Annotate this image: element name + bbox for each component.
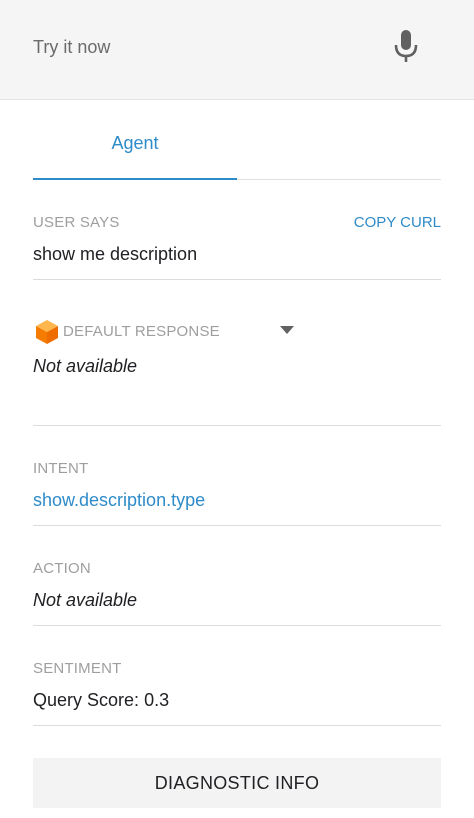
default-response-value: Not available — [33, 356, 138, 376]
user-says-label: USER SAYS — [33, 214, 120, 231]
active-tab-indicator — [33, 178, 237, 180]
default-response-label: DEFAULT RESPONSE — [63, 323, 220, 340]
action-section: ACTION Not available — [33, 558, 441, 626]
intent-link[interactable]: show.description.type — [33, 490, 205, 511]
cube-icon — [36, 320, 58, 344]
test-console-bar — [0, 0, 474, 100]
action-value: Not available — [33, 590, 138, 610]
microphone-icon[interactable] — [392, 30, 420, 64]
intent-section: INTENT show.description.type — [33, 458, 441, 526]
query-score-value: 0.3 — [144, 690, 170, 710]
sentiment-section: SENTIMENT Query Score: 0.3 — [33, 658, 441, 726]
caret-down-icon[interactable] — [280, 323, 294, 337]
try-it-now-input[interactable] — [33, 34, 373, 60]
query-score: Query Score: 0.3 — [33, 690, 169, 711]
user-says-value: show me description — [33, 244, 198, 264]
diagnostic-info-button[interactable]: DIAGNOSTIC INFO — [33, 758, 441, 808]
user-says-section: USER SAYS COPY CURL show me description — [33, 212, 441, 280]
query-score-label: Query Score: — [33, 690, 140, 710]
sentiment-label: SENTIMENT — [33, 660, 122, 677]
tab-bar: Agent — [33, 120, 441, 180]
tab-agent[interactable]: Agent — [33, 120, 237, 180]
copy-curl-button[interactable]: COPY CURL — [354, 214, 441, 231]
intent-label: INTENT — [33, 460, 89, 477]
default-response-section: DEFAULT RESPONSE Not available — [33, 318, 441, 426]
action-label: ACTION — [33, 560, 91, 577]
